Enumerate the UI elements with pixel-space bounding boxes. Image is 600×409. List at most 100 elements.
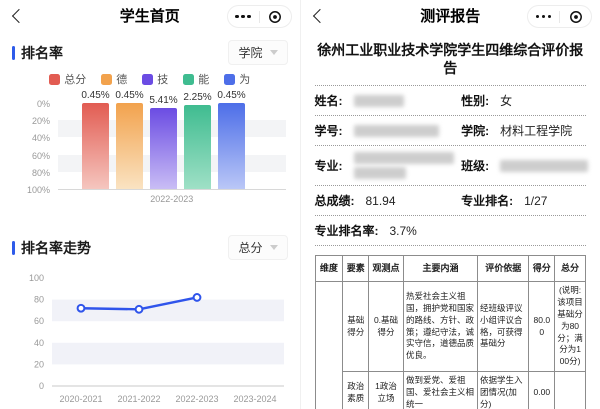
navbar-right: 测评报告 <box>301 0 600 30</box>
redacted-value <box>354 95 404 107</box>
x-tick-label: 2021-2022 <box>117 394 160 404</box>
line-chart-svg: 0204060801002020-20212021-20222022-20232… <box>6 266 296 409</box>
bar-value-label: 0.45% <box>115 90 143 101</box>
miniprogram-capsule <box>227 5 292 28</box>
field-row: 学号:学院: 材料工程学院 <box>315 115 587 145</box>
plot-stripe <box>52 343 284 365</box>
screen-report: 测评报告 徐州工业职业技术学院学生四维综合评价报告 姓名:性别:女学号:学院:材… <box>301 0 600 409</box>
y-tick-label: 60% <box>32 151 50 161</box>
table-cell: 经班级评议小组评议合格，可获得基础分 <box>478 281 529 371</box>
more-menu-icon[interactable] <box>528 15 559 18</box>
section-ranking-title: 排名率 <box>21 43 63 63</box>
close-target-icon[interactable] <box>560 10 591 24</box>
app-stage: 学生首页 排名率 学院 总分德技能为 0%20%40%60%80%100% 0.… <box>0 0 600 409</box>
field: 专业排名率: 3.7% <box>315 222 462 239</box>
line-chart: 0204060801002020-20212021-20222022-20232… <box>6 266 296 409</box>
data-point-marker <box>78 305 85 312</box>
blur-block <box>354 125 439 137</box>
trend-metric-value: 总分 <box>238 239 262 256</box>
chevron-down-icon <box>270 245 278 250</box>
table-header-cell: 观测点 <box>369 256 404 282</box>
report-fields: 姓名:性别:女学号:学院:材料工程学院专业:班级:总成绩:81.94专业排名:1… <box>315 85 587 246</box>
evaluation-table: 维度要素观测点主要内涵评价依据得分总分 基础得分0.基础得分热爱社会主义祖国，拥… <box>315 255 587 409</box>
bar-chart-legend: 总分德技能为 <box>0 71 300 87</box>
miniprogram-capsule <box>527 5 592 28</box>
legend-item: 总分 <box>49 71 86 87</box>
close-target-icon[interactable] <box>260 10 291 24</box>
field-value: 3.7% <box>390 224 417 238</box>
field-row: 总成绩: 81.94 专业排名: 1/27 <box>315 185 587 215</box>
y-tick-label: 80 <box>34 295 44 305</box>
y-tick-label: 40% <box>32 133 50 143</box>
field: 姓名: <box>315 92 462 109</box>
field-label: 专业排名: <box>461 192 513 209</box>
data-point-marker <box>136 306 143 313</box>
table-cell: 0.基础得分 <box>369 281 404 371</box>
college-filter-value: 学院 <box>238 44 262 61</box>
y-tick-label: 20% <box>32 116 50 126</box>
legend-item: 技 <box>142 71 168 87</box>
report-title: 徐州工业职业技术学院学生四维综合评价报告 <box>315 41 587 77</box>
y-tick-label: 20 <box>34 359 44 369</box>
redacted-value <box>500 160 588 172</box>
bar-为 <box>218 103 245 189</box>
report-body: 徐州工业职业技术学院学生四维综合评价报告 姓名:性别:女学号:学院:材料工程学院… <box>301 41 600 409</box>
evaluation-table-head: 维度要素观测点主要内涵评价依据得分总分 <box>315 256 586 282</box>
field: 学号: <box>315 122 462 139</box>
table-cell: 基础得分 <box>343 281 369 371</box>
legend-label: 能 <box>198 71 209 87</box>
section-ranking-header: 排名率 学院 <box>12 40 288 65</box>
legend-swatch <box>183 74 194 85</box>
field-label: 专业排名率: <box>315 222 379 239</box>
legend-item: 能 <box>183 71 209 87</box>
bar-value-label: 0.45% <box>81 90 109 101</box>
trend-metric-dropdown[interactable]: 总分 <box>228 235 287 260</box>
field-label: 性别: <box>461 92 489 109</box>
bar-德 <box>116 103 143 189</box>
blur-block <box>354 152 454 164</box>
bar-能 <box>184 105 211 189</box>
blur-block <box>354 95 404 107</box>
y-tick-label: 0 <box>39 381 44 391</box>
evaluation-table-body: 基础得分0.基础得分热爱社会主义祖国，拥护党和国家的路线、方针、政策；遵纪守法，… <box>315 281 586 409</box>
field-label: 专业: <box>315 157 343 174</box>
y-tick-label: 40 <box>34 338 44 348</box>
table-header-cell: 主要内涵 <box>403 256 477 282</box>
legend-item: 为 <box>224 71 250 87</box>
legend-swatch <box>142 74 153 85</box>
field-label: 学院: <box>461 122 489 139</box>
field-label: 姓名: <box>315 92 343 109</box>
table-cell: 政治素质 <box>343 372 369 409</box>
field-row: 专业排名率: 3.7% <box>315 215 587 245</box>
blur-block <box>354 167 406 179</box>
data-point-marker <box>194 294 201 301</box>
field: 总成绩: 81.94 <box>315 192 462 209</box>
y-tick-label: 80% <box>32 168 50 178</box>
legend-swatch <box>49 74 60 85</box>
y-tick-label: 60 <box>34 316 44 326</box>
table-header-cell: 评价依据 <box>478 256 529 282</box>
field-value: 材料工程学院 <box>500 122 572 139</box>
field-value: 81.94 <box>366 194 396 208</box>
y-tick-label: 100 <box>29 273 44 283</box>
x-tick-label: 2023-2024 <box>233 394 276 404</box>
more-menu-icon[interactable] <box>228 15 259 18</box>
field: 班级: <box>461 157 588 174</box>
table-cell: 0.00 <box>529 372 555 409</box>
field-label: 总成绩: <box>315 192 355 209</box>
college-filter-dropdown[interactable]: 学院 <box>228 40 287 65</box>
table-row: 基础得分0.基础得分热爱社会主义祖国，拥护党和国家的路线、方针、政策；遵纪守法，… <box>315 281 586 371</box>
legend-label: 为 <box>239 71 250 87</box>
table-header-row: 维度要素观测点主要内涵评价依据得分总分 <box>315 256 586 282</box>
bar-chart-plot: 0.45%0.45%5.41%2.25%0.45% <box>58 103 286 190</box>
table-cell: 依据学生入团情况(加分) <box>478 372 529 409</box>
bar-chart-xlabel: 2022-2023 <box>58 194 286 204</box>
bar-value-label: 2.25% <box>183 92 211 103</box>
field-value: 1/27 <box>524 194 547 208</box>
redacted-value <box>354 152 454 179</box>
bar-value-label: 0.45% <box>217 90 245 101</box>
chevron-down-icon <box>270 50 278 55</box>
x-tick-label: 2020-2021 <box>59 394 102 404</box>
blur-block <box>500 160 588 172</box>
field: 专业排名: 1/27 <box>461 192 586 209</box>
